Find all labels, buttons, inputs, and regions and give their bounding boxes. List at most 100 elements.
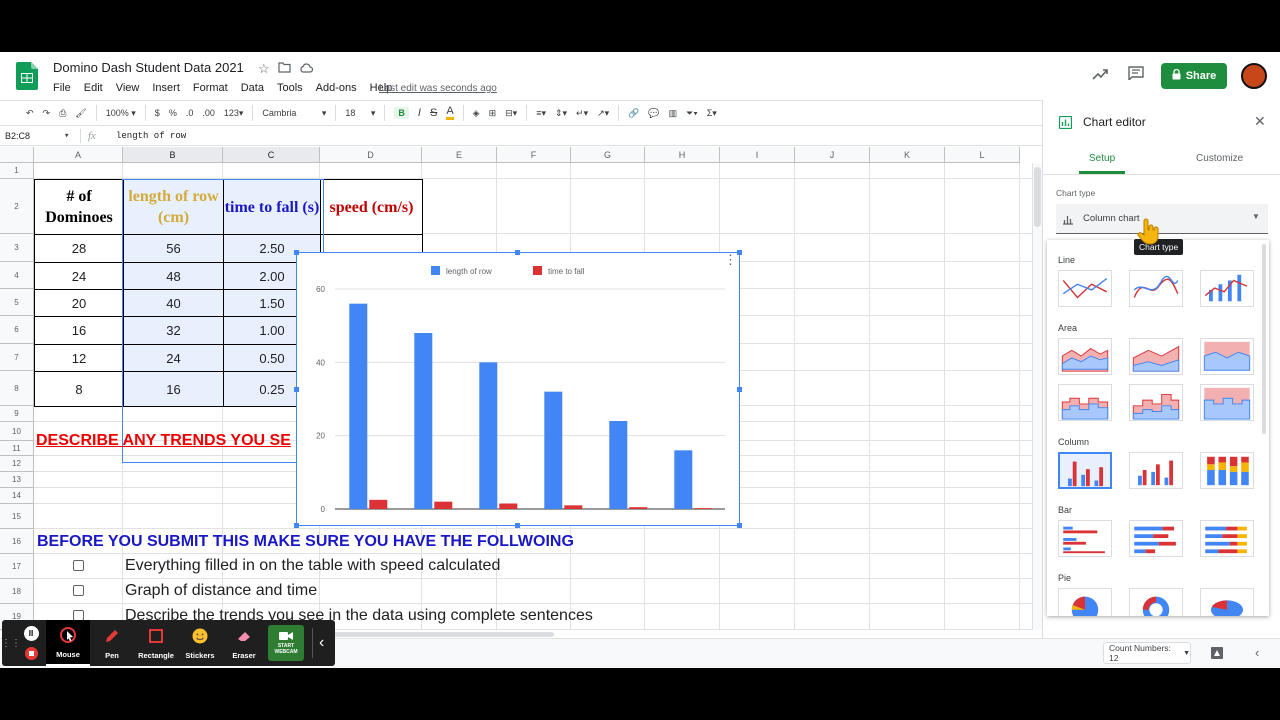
resize-handle[interactable] — [515, 523, 520, 528]
print-icon[interactable]: ⎙ — [59, 108, 66, 119]
row-header-3[interactable]: 3 — [0, 234, 34, 262]
table-cell[interactable]: 20 — [34, 289, 124, 317]
percent-button[interactable]: % — [169, 108, 177, 118]
resize-handle[interactable] — [737, 387, 742, 392]
chart-thumbnail-bar[interactable] — [1058, 520, 1112, 557]
start-webcam-button[interactable]: START WEBCAM — [268, 625, 304, 661]
chart-thumbnail-bar[interactable] — [1129, 520, 1183, 557]
table-cell[interactable]: 12 — [34, 344, 124, 372]
column-header-l[interactable]: L — [945, 147, 1020, 163]
row-header-12[interactable]: 12 — [0, 456, 34, 472]
row-header-4[interactable]: 4 — [0, 262, 34, 289]
undo-icon[interactable]: ↶ — [26, 108, 34, 119]
table-cell[interactable]: 28 — [34, 234, 124, 263]
tab-customize[interactable]: Customize — [1196, 153, 1243, 164]
chart-thumbnail-column[interactable] — [1200, 452, 1254, 489]
chart-thumbnail-pie[interactable] — [1129, 588, 1183, 616]
row-header-2[interactable]: 2 — [0, 179, 34, 234]
decrease-decimal-button[interactable]: .0 — [186, 108, 194, 118]
row-header-13[interactable]: 13 — [0, 472, 34, 488]
chart-thumbnail-area[interactable] — [1058, 384, 1112, 421]
align-vertical-icon[interactable]: ⇕▾ — [555, 108, 567, 119]
eraser-tool-button[interactable]: Eraser — [222, 620, 266, 666]
chart-thumbnail-pie[interactable] — [1200, 588, 1254, 616]
name-box-dropdown-icon[interactable]: ▾ — [64, 131, 69, 141]
chart-thumbnail-area[interactable] — [1129, 384, 1183, 421]
rectangle-tool-button[interactable]: Rectangle — [134, 620, 178, 666]
merge-cells-icon[interactable]: ⊟▾ — [505, 108, 517, 119]
row-header-18[interactable]: 18 — [0, 579, 34, 604]
avatar[interactable] — [1241, 63, 1267, 89]
cloud-icon[interactable] — [299, 61, 313, 77]
formula-input[interactable]: length of row — [116, 131, 186, 141]
column-header-j[interactable]: J — [795, 147, 870, 163]
chart-thumbnail-area[interactable] — [1200, 338, 1254, 375]
currency-button[interactable]: $ — [155, 108, 160, 118]
count-numbers-select[interactable]: Count Numbers: 12 ▼ — [1103, 642, 1191, 664]
last-edit-link[interactable]: Last edit was seconds ago — [379, 83, 497, 94]
text-rotation-icon[interactable]: ↗▾ — [597, 108, 609, 119]
sheets-logo[interactable] — [16, 62, 38, 90]
chart-thumbnail-line[interactable] — [1129, 270, 1183, 307]
row-header-15[interactable]: 15 — [0, 504, 34, 529]
row-header-14[interactable]: 14 — [0, 488, 34, 504]
menu-view[interactable]: View — [116, 82, 140, 94]
chart-thumbnail-bar[interactable] — [1200, 520, 1254, 557]
redo-icon[interactable]: ↷ — [43, 108, 51, 119]
resize-handle[interactable] — [294, 387, 299, 392]
row-header-16[interactable]: 16 — [0, 529, 34, 554]
row-header-10[interactable]: 10 — [0, 422, 34, 441]
checkbox[interactable] — [73, 585, 84, 596]
row-header-9[interactable]: 9 — [0, 406, 34, 422]
functions-icon[interactable]: Σ▾ — [707, 108, 717, 119]
increase-decimal-button[interactable]: .00 — [202, 108, 215, 118]
filter-icon[interactable]: ⏷▾ — [686, 108, 698, 119]
pause-icon[interactable]: II — [23, 626, 39, 641]
column-header-e[interactable]: E — [422, 147, 497, 163]
gallery-scrollbar[interactable] — [1262, 244, 1266, 434]
chart-thumbnail-pie[interactable] — [1058, 588, 1112, 616]
stop-icon[interactable] — [24, 647, 38, 660]
checkbox[interactable] — [73, 560, 84, 571]
menu-insert[interactable]: Insert — [152, 82, 180, 94]
vertical-scrollbar[interactable] — [1032, 163, 1042, 630]
star-icon[interactable]: ☆ — [258, 61, 270, 77]
share-button[interactable]: Share — [1161, 63, 1227, 89]
menu-tools[interactable]: Tools — [277, 82, 303, 94]
insert-link-icon[interactable]: 🔗 — [628, 108, 639, 119]
column-header-b[interactable]: B — [123, 147, 223, 163]
fill-color-icon[interactable]: ◈ — [473, 108, 480, 119]
chart-menu-icon[interactable]: ⋮ — [724, 253, 737, 266]
align-horizontal-icon[interactable]: ≡▾ — [536, 108, 546, 119]
column-header-g[interactable]: G — [571, 147, 645, 163]
font-select[interactable]: Cambria ▾ — [262, 108, 326, 119]
table-cell[interactable]: 24 — [34, 262, 124, 290]
resize-handle[interactable] — [294, 250, 299, 255]
borders-icon[interactable]: ⊞ — [489, 108, 497, 119]
chart-thumbnail-column[interactable] — [1058, 452, 1112, 489]
stickers-tool-button[interactable]: Stickers — [178, 620, 222, 666]
menu-addons[interactable]: Add-ons — [316, 82, 357, 94]
chart-type-select[interactable]: Column chart ▼ — [1056, 204, 1268, 234]
column-header-h[interactable]: H — [645, 147, 720, 163]
italic-button[interactable]: I — [418, 107, 421, 119]
row-header-8[interactable]: 8 — [0, 371, 34, 406]
row-header-1[interactable]: 1 — [0, 163, 34, 179]
column-header-f[interactable]: F — [497, 147, 571, 163]
table-cell[interactable]: 8 — [34, 371, 124, 407]
row-header-7[interactable]: 7 — [0, 344, 34, 371]
menu-data[interactable]: Data — [241, 82, 264, 94]
menu-edit[interactable]: Edit — [84, 82, 103, 94]
embedded-chart[interactable]: 0 20 40 60 length of row time to fall ⋮ — [296, 252, 740, 526]
insert-chart-icon[interactable]: ▥ — [669, 108, 678, 119]
tab-setup[interactable]: Setup — [1089, 153, 1115, 164]
folder-icon[interactable] — [278, 61, 291, 77]
text-color-button[interactable]: A — [446, 106, 454, 120]
chart-thumbnail-line[interactable] — [1058, 270, 1112, 307]
column-header-d[interactable]: D — [320, 147, 422, 163]
collapse-panel-icon[interactable]: ‹ — [1255, 645, 1259, 660]
bold-button[interactable]: B — [394, 107, 409, 119]
table-cell[interactable]: 16 — [34, 316, 124, 345]
insert-comment-icon[interactable]: 💬 — [648, 108, 659, 119]
column-header-k[interactable]: K — [870, 147, 945, 163]
